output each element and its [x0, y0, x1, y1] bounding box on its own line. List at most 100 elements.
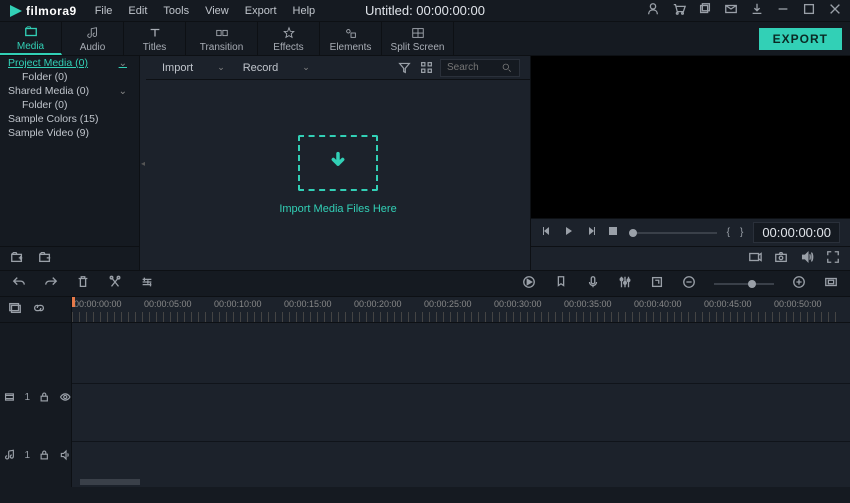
ruler-mark: 00:00:15:00: [282, 297, 352, 322]
menubar: filmora9 File Edit Tools View Export Hel…: [0, 0, 850, 22]
timeline-head: 1 1: [0, 297, 72, 487]
tab-effects[interactable]: Effects: [258, 22, 320, 55]
tab-audio[interactable]: Audio: [62, 22, 124, 55]
zoom-in-icon[interactable]: [792, 275, 806, 292]
mixer-icon[interactable]: [618, 275, 632, 292]
preview-panel: { } 00:00:00:00: [531, 56, 850, 270]
fullscreen-icon[interactable]: [826, 250, 840, 267]
chevron-down-icon: ⌄: [119, 86, 127, 97]
ruler-mark: 00:00:45:00: [702, 297, 772, 322]
timeline-ruler[interactable]: 00:00:00:00 00:00:05:00 00:00:10:00 00:0…: [72, 297, 850, 323]
preview-canvas: [531, 56, 850, 218]
mark-in-icon[interactable]: {: [727, 227, 730, 238]
tree-project-folder[interactable]: Folder (0): [0, 70, 139, 84]
brand-logo: filmora9: [8, 3, 77, 19]
ruler-mark: 00:00:50:00: [772, 297, 842, 322]
menu-view[interactable]: View: [205, 5, 229, 17]
snapshot-icon[interactable]: [774, 250, 788, 267]
split-icon[interactable]: [108, 275, 122, 292]
play-button[interactable]: [563, 225, 575, 240]
prev-frame-button[interactable]: [541, 225, 553, 240]
chevron-down-icon: ⌄: [302, 62, 310, 73]
tab-elements-label: Elements: [330, 42, 372, 53]
link-icon[interactable]: [32, 301, 46, 318]
import-dropdown[interactable]: Import⌄: [156, 62, 231, 74]
adjust-icon[interactable]: [140, 275, 154, 292]
menu-file[interactable]: File: [95, 5, 113, 17]
tree-shared-label: Shared Media (0): [8, 85, 89, 97]
search-input[interactable]: [440, 59, 520, 77]
video-track-header[interactable]: 1: [0, 383, 71, 411]
tree-shared-folder[interactable]: Folder (0): [0, 98, 139, 112]
search-icon: [501, 62, 512, 73]
lock-icon[interactable]: [38, 390, 50, 404]
chevron-down-icon: ⌄: [217, 62, 225, 73]
new-folder-icon[interactable]: [10, 250, 24, 267]
marker-icon[interactable]: [554, 275, 568, 292]
volume-icon[interactable]: [800, 250, 814, 267]
batch-icon[interactable]: [698, 2, 712, 19]
tab-transition[interactable]: Transition: [186, 22, 258, 55]
ruler-mark: 00:00:20:00: [352, 297, 422, 322]
filter-icon[interactable]: [396, 61, 412, 74]
cart-icon[interactable]: [672, 2, 686, 19]
timeline-scrollbar[interactable]: [80, 479, 140, 485]
lock-icon[interactable]: [38, 448, 50, 462]
tree-project-folder-label: Folder (0): [22, 71, 68, 83]
voiceover-icon[interactable]: [586, 275, 600, 292]
redo-icon[interactable]: [44, 275, 58, 292]
window-maximize-icon[interactable]: [802, 2, 816, 19]
ruler-mark: 00:00:30:00: [492, 297, 562, 322]
audio-track-header[interactable]: 1: [0, 441, 71, 469]
tab-transition-label: Transition: [200, 42, 244, 53]
message-icon[interactable]: [724, 2, 738, 19]
layers-icon[interactable]: [8, 301, 22, 318]
logo-icon: [8, 3, 24, 19]
tree-project-media[interactable]: Project Media (0)⌄: [0, 56, 139, 70]
menu-tools[interactable]: Tools: [163, 5, 189, 17]
ruler-mark: 00:00:00:00: [72, 297, 142, 322]
menu-export[interactable]: Export: [245, 5, 277, 17]
stop-button[interactable]: [607, 225, 619, 240]
tree-shared-media[interactable]: Shared Media (0) ⌄: [0, 84, 139, 98]
timeline-tracks[interactable]: 00:00:00:00 00:00:05:00 00:00:10:00 00:0…: [72, 297, 850, 487]
render-icon[interactable]: [522, 275, 536, 292]
tab-split-screen[interactable]: Split Screen: [382, 22, 454, 55]
window-minimize-icon[interactable]: [776, 2, 790, 19]
tab-titles[interactable]: Titles: [124, 22, 186, 55]
mark-out-icon[interactable]: }: [740, 227, 743, 238]
eye-icon[interactable]: [59, 390, 71, 404]
export-button[interactable]: EXPORT: [759, 28, 842, 50]
menu-edit[interactable]: Edit: [128, 5, 147, 17]
next-frame-button[interactable]: [585, 225, 597, 240]
media-tabs: Media Audio Titles Transition Effects El…: [0, 22, 850, 56]
mute-icon[interactable]: [59, 448, 71, 462]
crop-icon[interactable]: [650, 275, 664, 292]
delete-icon[interactable]: [76, 275, 90, 292]
tab-elements[interactable]: Elements: [320, 22, 382, 55]
preview-seek-bar[interactable]: [629, 232, 717, 234]
zoom-out-icon[interactable]: [682, 275, 696, 292]
video-track-number: 1: [24, 392, 30, 403]
window-close-icon[interactable]: [828, 2, 842, 19]
record-dropdown[interactable]: Record⌄: [237, 62, 316, 74]
audio-track-number: 1: [24, 450, 30, 461]
ruler-mark: 00:00:05:00: [142, 297, 212, 322]
preview-timecode: 00:00:00:00: [753, 222, 840, 243]
account-icon[interactable]: [646, 2, 660, 19]
ruler-mark: 00:00:35:00: [562, 297, 632, 322]
updates-icon[interactable]: [750, 2, 764, 19]
tab-media[interactable]: Media: [0, 22, 62, 55]
tree-sample-colors[interactable]: Sample Colors (15): [0, 112, 139, 126]
zoom-slider[interactable]: [714, 283, 774, 285]
undo-icon[interactable]: [12, 275, 26, 292]
menu-help[interactable]: Help: [293, 5, 316, 17]
search-field[interactable]: [447, 62, 497, 73]
tree-sample-video[interactable]: Sample Video (9): [0, 126, 139, 140]
import-dropzone[interactable]: Import Media Files Here: [146, 80, 530, 270]
quality-icon[interactable]: [748, 250, 762, 267]
grid-view-icon[interactable]: [418, 61, 434, 74]
tree-video-label: Sample Video (9): [8, 127, 89, 139]
delete-folder-icon[interactable]: [38, 250, 52, 267]
zoom-fit-icon[interactable]: [824, 275, 838, 292]
